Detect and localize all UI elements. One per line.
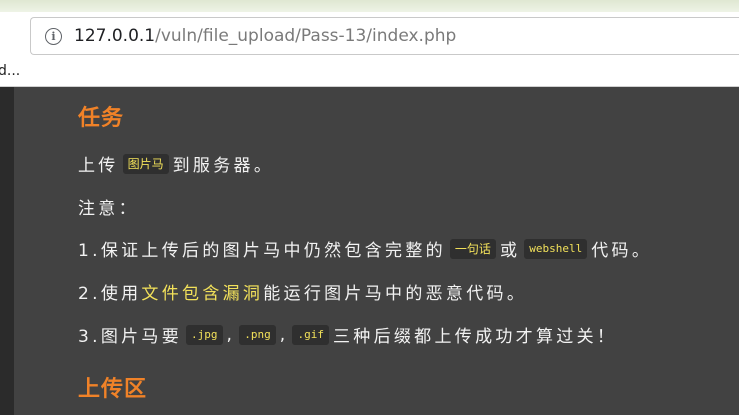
notice-item-2-suffix: 能运行图片马中的恶意代码。 xyxy=(263,284,528,304)
code-image-trojan: 图片马 xyxy=(122,153,169,174)
code-webshell: webshell xyxy=(524,238,588,259)
code-gif: .gif xyxy=(292,324,329,345)
notice-item-2: 2.使用 文件包含漏洞 能运行图片马中的恶意代码。 xyxy=(78,279,527,304)
page-content: 任务 上传 图片马 到服务器。 注意： 1.保证上传后的图片马中仍然包含完整的 … xyxy=(0,87,739,415)
notice-item-3: 3.图片马要 .jpg , .png , .gif 三种后缀都上传成功才算过关！ xyxy=(78,322,617,347)
bookmark-item[interactable]: d... xyxy=(0,63,20,79)
task-line-prefix: 上传 xyxy=(78,156,119,176)
bookmark-bar: d... xyxy=(0,58,739,87)
notice-item-2-prefix: 2.使用 xyxy=(78,284,142,304)
url-text[interactable]: 127.0.0.1/vuln/file_upload/Pass-13/index… xyxy=(74,26,456,46)
notice-item-1-prefix: 1.保证上传后的图片马中仍然包含完整的 xyxy=(78,241,446,261)
url-path: /vuln/file_upload/Pass-13/index.php xyxy=(155,26,457,46)
browser-tab-strip xyxy=(0,0,739,12)
url-host: 127.0.0.1 xyxy=(74,26,156,46)
task-line-suffix: 到服务器。 xyxy=(172,156,275,176)
task-line: 上传 图片马 到服务器。 xyxy=(78,151,274,176)
notice-item-1-suffix: 代码。 xyxy=(591,241,653,261)
file-inclusion-link[interactable]: 文件包含漏洞 xyxy=(141,279,263,304)
code-jpg: .jpg xyxy=(186,324,223,345)
notice-item-1: 1.保证上传后的图片马中仍然包含完整的 一句话 或 webshell 代码。 xyxy=(78,236,652,261)
task-heading: 任务 xyxy=(78,106,125,131)
address-bar[interactable]: i 127.0.0.1/vuln/file_upload/Pass-13/ind… xyxy=(30,17,739,55)
notice-item-3-prefix: 3.图片马要 xyxy=(78,327,183,347)
code-one-liner: 一句话 xyxy=(449,238,496,259)
separator-1: , xyxy=(226,324,236,345)
code-png: .png xyxy=(239,324,276,345)
upload-heading: 上传区 xyxy=(78,377,148,402)
notice-label: 注意： xyxy=(78,199,139,219)
notice-item-1-mid: 或 xyxy=(499,241,521,261)
notice-item-3-suffix: 三种后缀都上传成功才算过关！ xyxy=(332,327,618,347)
sidebar-edge xyxy=(0,87,14,415)
info-icon[interactable]: i xyxy=(45,27,62,45)
separator-2: , xyxy=(279,324,289,345)
